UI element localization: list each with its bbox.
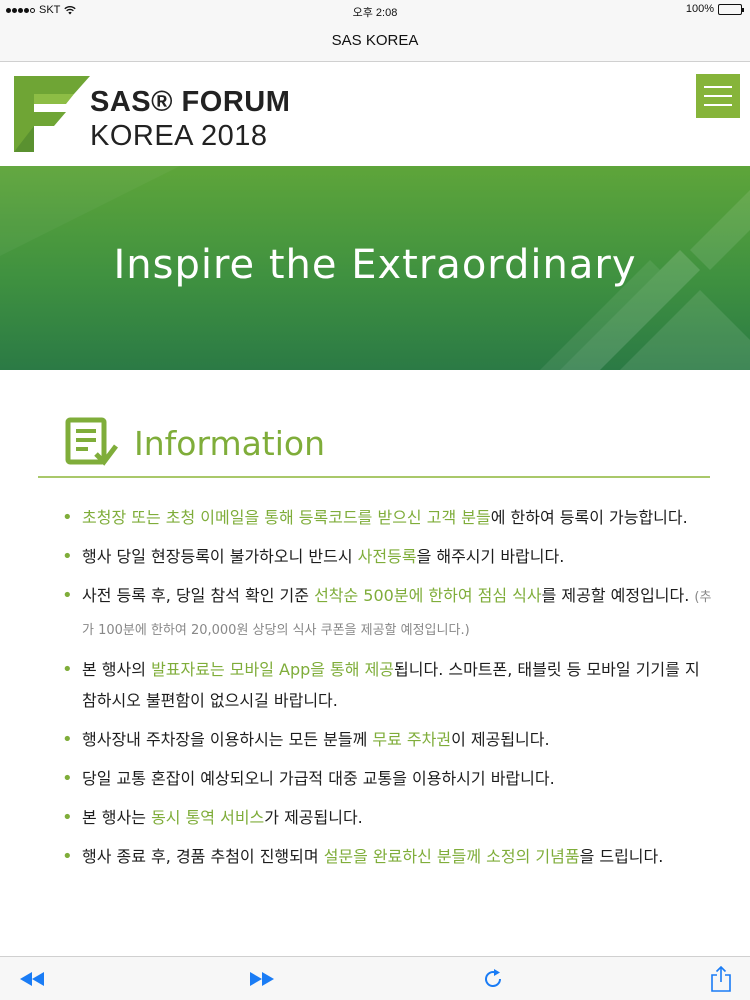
logo-text-line2: KOREA 2018 — [90, 120, 268, 152]
highlighted-text: 발표자료는 모바일 App을 통해 제공 — [151, 660, 395, 679]
share-icon — [711, 966, 731, 992]
item-text: 사전 등록 후, 당일 참석 확인 기준 — [82, 586, 315, 605]
bullet-icon: • — [62, 546, 73, 567]
menu-bar — [704, 104, 732, 106]
info-list-item: • 본 행사의 발표자료는 모바일 App을 통해 제공됩니다. 스마트폰, 태블… — [62, 654, 712, 716]
bullet-icon: • — [62, 807, 73, 828]
address-title: SAS KOREA — [331, 32, 419, 49]
item-text: 본 행사는 — [82, 808, 152, 827]
item-text: 본 행사의 — [82, 660, 152, 679]
reload-icon — [485, 969, 502, 988]
item-text: 행사 종료 후, 경품 추첨이 진행되며 — [82, 847, 324, 866]
site-header: SAS® FORUM KOREA 2018 — [0, 62, 750, 166]
item-text: 을 드립니다. — [579, 847, 664, 866]
item-text: 당일 교통 혼잡이 예상되오니 가급적 대중 교통을 이용하시기 바랍니다. — [82, 769, 555, 788]
info-list-item: • 초청장 또는 초청 이메일을 통해 등록코드를 받으신 고객 분들에 한하여 … — [62, 502, 712, 533]
info-list-item: • 행사장내 주차장을 이용하시는 모든 분들께 무료 주차권이 제공됩니다. — [62, 724, 712, 755]
reload-button[interactable] — [478, 965, 508, 993]
browser-toolbar — [0, 956, 750, 1000]
item-text: 행사장내 주차장을 이용하시는 모든 분들께 — [82, 730, 373, 749]
forward-button[interactable] — [248, 965, 278, 993]
status-time: 오후 2:08 — [352, 7, 398, 19]
back-icon — [20, 972, 44, 986]
share-button[interactable] — [706, 965, 736, 993]
menu-bar — [704, 86, 732, 88]
item-text: 이 제공됩니다. — [451, 730, 550, 749]
battery-icon — [718, 3, 744, 15]
bullet-icon: • — [62, 846, 73, 867]
highlighted-text: 초청장 또는 초청 이메일을 통해 등록코드를 받으신 고객 분들 — [82, 508, 491, 527]
hamburger-menu-button[interactable] — [696, 74, 740, 118]
highlighted-text: 설문을 완료하신 분들께 소정의 기념품 — [323, 847, 580, 866]
menu-bar — [704, 95, 732, 97]
highlighted-text: 사전등록 — [357, 547, 417, 566]
highlighted-text: 선착순 500분에 한하여 점심 식사 — [314, 586, 542, 605]
forward-icon — [250, 972, 274, 986]
bullet-icon: • — [62, 585, 73, 606]
logo-text-line1: SAS® FORUM — [90, 86, 291, 118]
highlighted-text: 동시 통역 서비스 — [151, 808, 265, 827]
item-text: 를 제공할 예정입니다. — [541, 586, 695, 605]
item-text: 행사 당일 현장등록이 불가하오니 반드시 — [82, 547, 358, 566]
document-checklist-icon — [65, 417, 118, 466]
item-text: 에 한하여 등록이 가능합니다. — [490, 508, 688, 527]
information-title: Information — [134, 424, 326, 463]
status-bar: SKT 오후 2:08 100% — [0, 0, 750, 20]
hero-title: Inspire the Extraordinary — [113, 242, 637, 288]
information-heading: Information — [38, 416, 710, 478]
highlighted-text: 무료 주차권 — [372, 730, 452, 749]
bullet-icon: • — [62, 507, 73, 528]
site-logo[interactable]: SAS® FORUM KOREA 2018 — [14, 74, 290, 154]
info-list-item: • 사전 등록 후, 당일 참석 확인 기준 선착순 500분에 한하여 점심 식… — [62, 580, 712, 646]
bullet-icon: • — [62, 729, 73, 750]
bullet-icon: • — [62, 659, 73, 680]
information-list: • 초청장 또는 초청 이메일을 통해 등록코드를 받으신 고객 분들에 한하여 … — [62, 502, 712, 880]
back-button[interactable] — [18, 965, 48, 993]
item-text: 가 제공됩니다. — [264, 808, 363, 827]
hero-banner: Inspire the Extraordinary — [0, 166, 750, 370]
status-right: 100% — [685, 3, 744, 15]
info-list-item: • 당일 교통 혼잡이 예상되오니 가급적 대중 교통을 이용하시기 바랍니다. — [62, 763, 712, 794]
information-section: Information • 초청장 또는 초청 이메일을 통해 등록코드를 받으신… — [0, 370, 750, 960]
item-text: 을 해주시기 바랍니다. — [416, 547, 565, 566]
info-list-item: • 본 행사는 동시 통역 서비스가 제공됩니다. — [62, 802, 712, 833]
forum-logo-mark-icon — [14, 76, 90, 152]
bullet-icon: • — [62, 768, 73, 789]
info-list-item: • 행사 당일 현장등록이 불가하오니 반드시 사전등록을 해주시기 바랍니다. — [62, 541, 712, 572]
battery-percent: 100% — [685, 3, 714, 15]
info-list-item: • 행사 종료 후, 경품 추첨이 진행되며 설문을 완료하신 분들께 소정의 기… — [62, 841, 712, 872]
address-bar[interactable]: SAS KOREA — [0, 20, 750, 62]
